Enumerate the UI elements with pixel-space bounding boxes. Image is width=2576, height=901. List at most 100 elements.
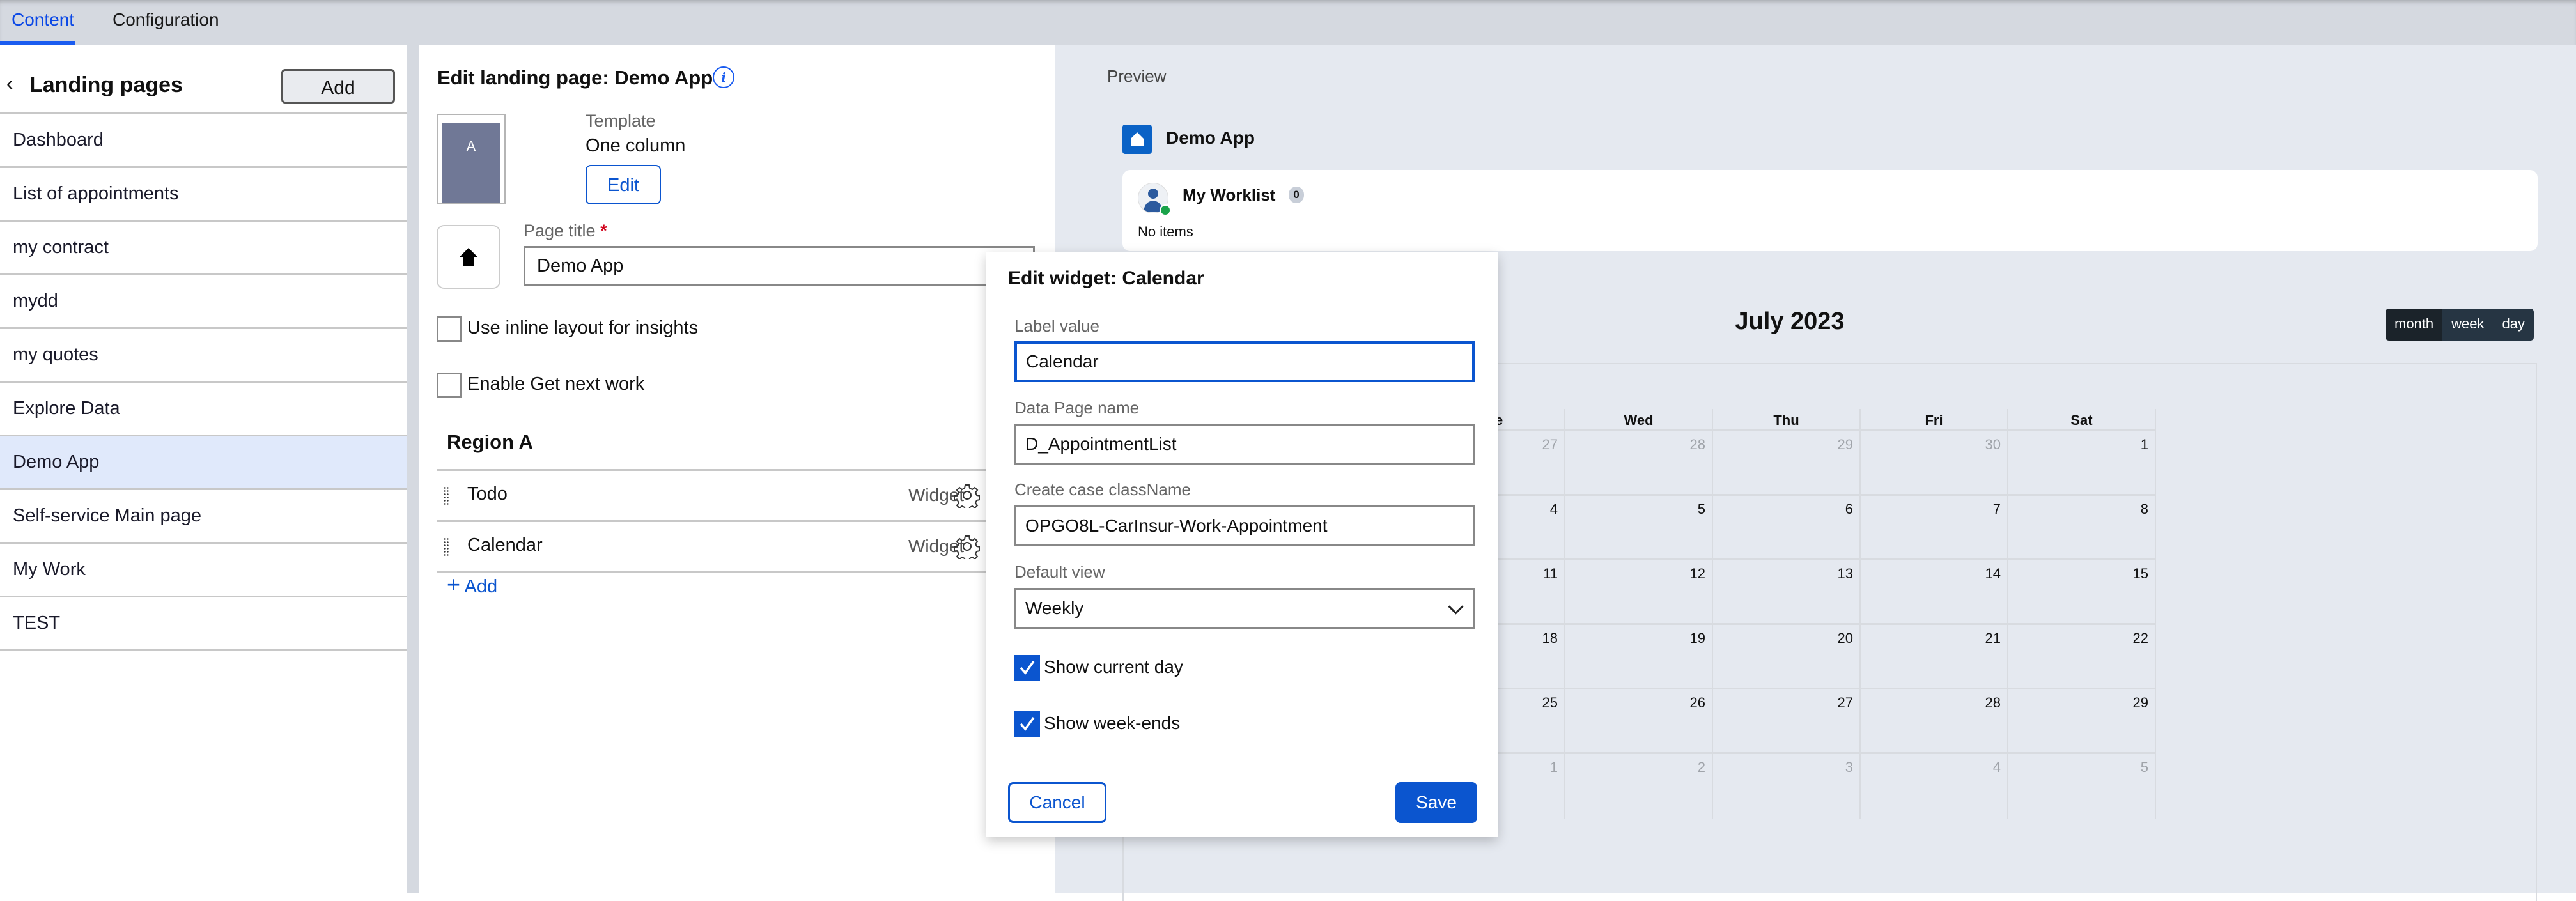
template-region-a: A	[442, 123, 500, 203]
gear-icon[interactable]	[954, 482, 981, 511]
calendar-day-cell[interactable]: 1	[2008, 431, 2156, 496]
calendar-day-cell[interactable]: 8	[2008, 496, 2156, 560]
calendar-day-cell[interactable]: 21	[1861, 625, 2008, 689]
template-value: One column	[586, 135, 686, 156]
region-widget-row: Calendar Widget	[437, 522, 1055, 573]
calendar-day-cell[interactable]: 4	[1861, 754, 2008, 819]
tab-content[interactable]: Content	[12, 0, 74, 45]
chevron-down-icon	[1448, 599, 1464, 615]
template-thumbnail: A	[437, 114, 506, 204]
calendar-day-cell[interactable]: 29	[1713, 431, 1861, 496]
region-title: Region A	[447, 431, 533, 453]
calendar-view-week[interactable]: week	[2442, 309, 2494, 341]
default-view-select[interactable]: Weekly	[1014, 588, 1475, 629]
save-button[interactable]: Save	[1395, 782, 1477, 823]
gear-icon[interactable]	[954, 534, 981, 562]
preview-label: Preview	[1107, 66, 1167, 86]
calendar-day-cell[interactable]: 22	[2008, 625, 2156, 689]
sidebar-item[interactable]: Explore Data	[0, 383, 407, 436]
calendar-weekday-header: Sat	[2008, 409, 2156, 431]
calendar-day-cell[interactable]: 26	[1565, 689, 1713, 754]
add-landing-page-button[interactable]: Add	[281, 69, 395, 104]
sidebar-item[interactable]: List of appointments	[0, 168, 407, 222]
landing-page-list: Dashboard List of appointments my contract…	[0, 114, 407, 651]
page-icon-picker[interactable]	[437, 225, 500, 289]
calendar-day-cell[interactable]: 12	[1565, 560, 1713, 625]
calendar-day-cell[interactable]: 3	[1713, 754, 1861, 819]
back-chevron-icon[interactable]: ‹	[6, 72, 13, 95]
sidebar-item[interactable]: TEST	[0, 597, 407, 651]
calendar-view-switcher: month week day	[2386, 309, 2534, 341]
region-widget-row: Todo Widget	[437, 471, 1055, 522]
tab-configuration[interactable]: Configuration	[113, 0, 219, 45]
calendar-weekday-header: Fri	[1861, 409, 2008, 431]
landing-pages-sidebar: ‹ Landing pages Add Dashboard List of app…	[0, 45, 407, 893]
class-name-label: Create case className	[1014, 480, 1191, 499]
calendar-weekday-header: Wed	[1565, 409, 1713, 431]
sidebar-item[interactable]: Self-service Main page	[0, 490, 407, 544]
inline-layout-checkbox[interactable]	[437, 316, 462, 342]
calendar-day-cell[interactable]: 27	[1713, 689, 1861, 754]
home-icon	[460, 248, 477, 266]
calendar-view-day[interactable]: day	[2493, 309, 2534, 341]
preview-app-title: Demo App	[1166, 128, 1255, 148]
show-current-day-checkbox[interactable]	[1014, 655, 1040, 681]
widget-name: Calendar	[467, 535, 543, 555]
add-widget-button[interactable]: + Add	[447, 573, 497, 597]
checkmark-icon	[1020, 660, 1035, 675]
panel-divider[interactable]	[407, 45, 419, 893]
dialog-title: Edit widget: Calendar	[1008, 268, 1204, 289]
calendar-day-cell[interactable]: 5	[2008, 754, 2156, 819]
sidebar-item[interactable]: Demo App	[0, 436, 407, 490]
sidebar-item[interactable]: Dashboard	[0, 114, 407, 168]
calendar-day-cell[interactable]: 20	[1713, 625, 1861, 689]
drag-handle-icon[interactable]	[443, 486, 449, 505]
sidebar-item[interactable]: my contract	[0, 222, 407, 275]
calendar-day-cell[interactable]: 6	[1713, 496, 1861, 560]
show-week-ends-checkbox[interactable]	[1014, 711, 1040, 737]
sidebar-item[interactable]: My Work	[0, 544, 407, 597]
get-next-work-checkbox[interactable]	[437, 373, 462, 398]
calendar-title: July 2023	[1735, 308, 1845, 335]
sidebar-title: Landing pages	[29, 73, 183, 97]
template-label: Template	[586, 111, 656, 130]
cancel-button[interactable]: Cancel	[1008, 782, 1106, 823]
page-title-input[interactable]: Demo App	[524, 246, 1035, 286]
data-page-input[interactable]: D_AppointmentList	[1014, 424, 1475, 465]
landing-page-editor: Edit landing page: Demo App i A Template…	[419, 45, 1055, 893]
plus-icon: +	[447, 571, 461, 597]
widget-name: Todo	[467, 484, 508, 504]
info-icon[interactable]: i	[713, 66, 734, 88]
worklist-card: My Worklist 0 No items	[1122, 170, 2538, 251]
calendar-weekday-header: Thu	[1713, 409, 1861, 431]
worklist-title: My Worklist	[1183, 185, 1276, 204]
calendar-day-cell[interactable]: 30	[1861, 431, 2008, 496]
edit-template-button[interactable]: Edit	[586, 165, 661, 204]
calendar-day-cell[interactable]: 7	[1861, 496, 2008, 560]
calendar-day-cell[interactable]: 29	[2008, 689, 2156, 754]
data-page-label: Data Page name	[1014, 398, 1140, 417]
label-value-label: Label value	[1014, 316, 1099, 335]
worklist-count-badge: 0	[1289, 187, 1304, 203]
calendar-day-cell[interactable]: 28	[1565, 431, 1713, 496]
calendar-day-cell[interactable]: 19	[1565, 625, 1713, 689]
calendar-day-cell[interactable]: 13	[1713, 560, 1861, 625]
sidebar-item[interactable]: mydd	[0, 275, 407, 329]
calendar-day-cell[interactable]: 5	[1565, 496, 1713, 560]
get-next-work-label: Enable Get next work	[467, 374, 645, 394]
online-status-dot	[1160, 204, 1171, 216]
calendar-day-cell[interactable]: 2	[1565, 754, 1713, 819]
edit-widget-dialog: Edit widget: Calendar Label value Calend…	[986, 252, 1498, 837]
drag-handle-icon[interactable]	[443, 537, 449, 557]
sidebar-item[interactable]: my quotes	[0, 329, 407, 383]
show-week-ends-label: Show week-ends	[1044, 713, 1181, 733]
calendar-day-cell[interactable]: 15	[2008, 560, 2156, 625]
app-home-icon	[1122, 125, 1152, 154]
region-widget-list: Todo Widget Calendar Widget	[437, 469, 1055, 573]
calendar-day-cell[interactable]: 28	[1861, 689, 2008, 754]
calendar-view-month[interactable]: month	[2386, 309, 2443, 341]
inline-layout-label: Use inline layout for insights	[467, 318, 699, 338]
label-value-input[interactable]: Calendar	[1014, 341, 1475, 382]
calendar-day-cell[interactable]: 14	[1861, 560, 2008, 625]
class-name-input[interactable]: OPGO8L-CarInsur-Work-Appointment	[1014, 505, 1475, 546]
